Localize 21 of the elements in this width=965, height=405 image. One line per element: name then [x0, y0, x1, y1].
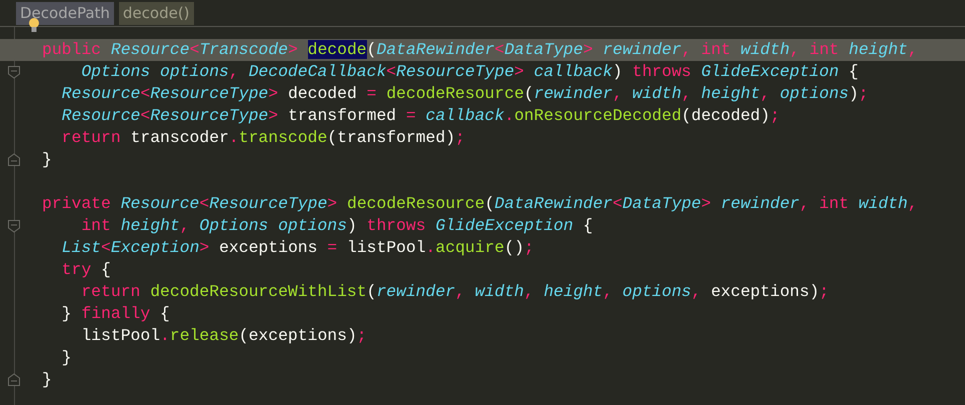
fold-icon[interactable] [7, 219, 21, 233]
code-line: } finally { [60, 303, 171, 325]
breadcrumb-item[interactable]: DecodePath [16, 2, 114, 25]
fold-icon[interactable] [7, 373, 21, 387]
code-line: List<Exception> exceptions = listPool.acquire(); [60, 237, 535, 259]
code-line: Resource<ResourceType> decoded = decodeResource(rewinder, width, height, options); [60, 83, 870, 105]
code-line: private Resource<ResourceType> decodeResource(DataRewinder<DataType> rewinder, int width, [41, 193, 919, 215]
fold-icon[interactable] [7, 65, 21, 79]
code-line: listPool.release(exceptions); [80, 325, 368, 347]
code-line: return decodeResourceWithList(rewinder, width, height, options, exceptions); [80, 281, 830, 303]
code-line: Options options, DecodeCallback<ResourceType> callback) throws GlideException { [30, 61, 965, 83]
code-line: } [30, 369, 965, 391]
breadcrumb-item[interactable]: decode() [118, 2, 194, 25]
code-line: Resource<ResourceType> transformed = callback.onResourceDecoded(decoded); [60, 105, 781, 127]
lightbulb-icon[interactable] [28, 17, 40, 33]
code-line: try { [60, 259, 112, 281]
code-line: } [60, 347, 73, 369]
code-line: int height, Options options) throws GlideException { [30, 215, 965, 237]
code-line: } [30, 149, 965, 171]
fold-icon[interactable] [7, 153, 21, 167]
code-line: return transcoder.transcode(transformed); [60, 127, 466, 149]
